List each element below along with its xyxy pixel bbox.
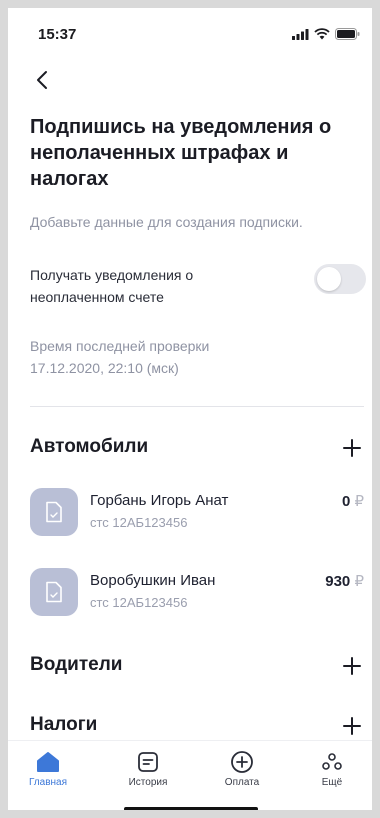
notification-toggle-label: Получать уведомления о неоплаченном счет… xyxy=(30,267,194,305)
car-sts-number: стс 12АБ123456 xyxy=(90,595,188,610)
back-button[interactable] xyxy=(30,66,54,94)
plus-icon xyxy=(343,439,361,457)
car-list-item[interactable]: Воробушкин Иван стс 12АБ123456 930 ₽ xyxy=(30,568,364,620)
add-tax-button[interactable] xyxy=(340,714,364,738)
car-amount: 0 ₽ xyxy=(342,492,364,510)
drivers-section-title: Водители xyxy=(30,654,123,675)
car-amount: 930 ₽ xyxy=(325,572,364,590)
add-driver-button[interactable] xyxy=(340,654,364,678)
tab-payment[interactable]: Оплата xyxy=(202,749,282,788)
signal-icon xyxy=(292,28,309,40)
currency-symbol: ₽ xyxy=(354,493,364,510)
last-check-label: Время последней проверки xyxy=(30,338,210,354)
page-title: Подпишись на уведомления о неполаченных … xyxy=(30,116,332,190)
home-indicator xyxy=(124,807,258,810)
toggle-knob xyxy=(317,267,341,291)
history-icon xyxy=(138,752,158,772)
notification-toggle[interactable] xyxy=(314,264,366,294)
tab-home-label: Главная xyxy=(28,777,68,788)
chevron-left-icon xyxy=(37,71,47,89)
tab-history[interactable]: История xyxy=(108,749,188,788)
divider xyxy=(30,406,364,407)
add-circle-icon xyxy=(231,751,253,773)
car-amount-value: 930 xyxy=(325,573,351,590)
taxes-section-title: Налоги xyxy=(30,714,98,735)
status-icons xyxy=(292,28,360,40)
last-check-value: 17.12.2020, 22:10 (мск) xyxy=(30,360,179,376)
add-car-button[interactable] xyxy=(340,436,364,460)
home-icon xyxy=(37,752,59,772)
document-icon xyxy=(30,488,78,536)
tab-home[interactable]: Главная xyxy=(8,749,88,788)
document-icon xyxy=(30,568,78,616)
plus-icon xyxy=(343,657,361,675)
car-sts-number: стс 12АБ123456 xyxy=(90,515,188,530)
car-owner-name: Горбань Игорь Анат xyxy=(90,492,229,509)
status-bar: 15:37 xyxy=(8,8,372,56)
tab-bar: Главная История Оплата Ещё xyxy=(8,740,372,810)
currency-symbol: ₽ xyxy=(354,573,364,590)
tab-more-label: Ещё xyxy=(321,777,343,788)
wifi-icon xyxy=(314,28,330,40)
car-amount-value: 0 xyxy=(341,493,351,510)
car-list-item[interactable]: Горбань Игорь Анат стс 12АБ123456 0 ₽ xyxy=(30,488,364,540)
more-icon xyxy=(322,753,342,770)
plus-icon xyxy=(343,717,361,735)
tab-history-label: История xyxy=(128,777,168,788)
status-time: 15:37 xyxy=(38,26,77,43)
cars-section-title: Автомобили xyxy=(30,436,149,457)
tab-payment-label: Оплата xyxy=(224,777,260,788)
phone-screen: 15:37 Подпишись на уведомления о неполач… xyxy=(8,8,372,810)
car-owner-name: Воробушкин Иван xyxy=(90,572,216,589)
battery-icon xyxy=(335,28,360,40)
tab-more[interactable]: Ещё xyxy=(292,749,372,788)
page-subtitle: Добавьте данные для создания подписки. xyxy=(30,214,303,230)
